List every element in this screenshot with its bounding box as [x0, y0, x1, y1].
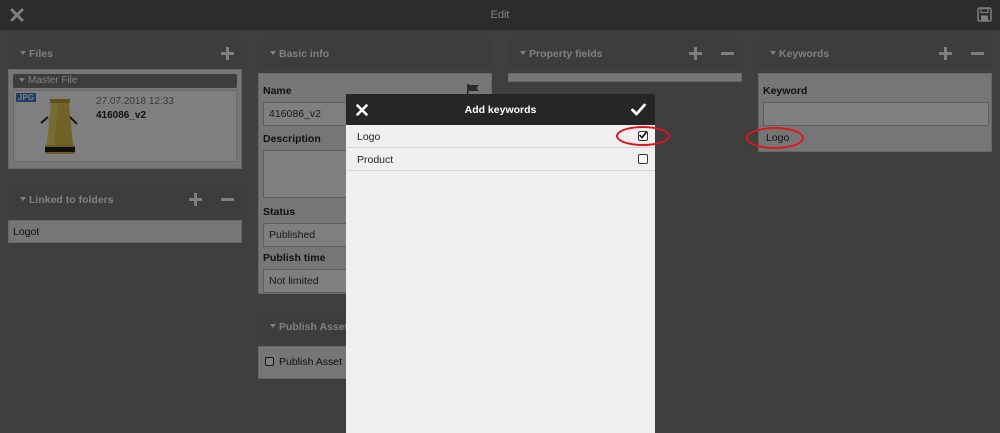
keyword-option-product[interactable]: Product [346, 148, 655, 171]
dialog-header: Add keywords [346, 94, 655, 125]
keyword-option-label: Logo [357, 131, 381, 143]
keyword-option-logo[interactable]: Logo [346, 125, 655, 148]
confirm-check-icon[interactable] [631, 103, 646, 116]
keyword-checkbox-product[interactable] [638, 154, 648, 164]
checkbox-highlight-ring [616, 126, 670, 146]
dialog-title: Add keywords [464, 104, 537, 116]
keyword-option-label: Product [357, 154, 394, 166]
add-keywords-dialog: Add keywords Logo Product [346, 94, 655, 433]
keyword-highlight-ring [746, 127, 804, 149]
